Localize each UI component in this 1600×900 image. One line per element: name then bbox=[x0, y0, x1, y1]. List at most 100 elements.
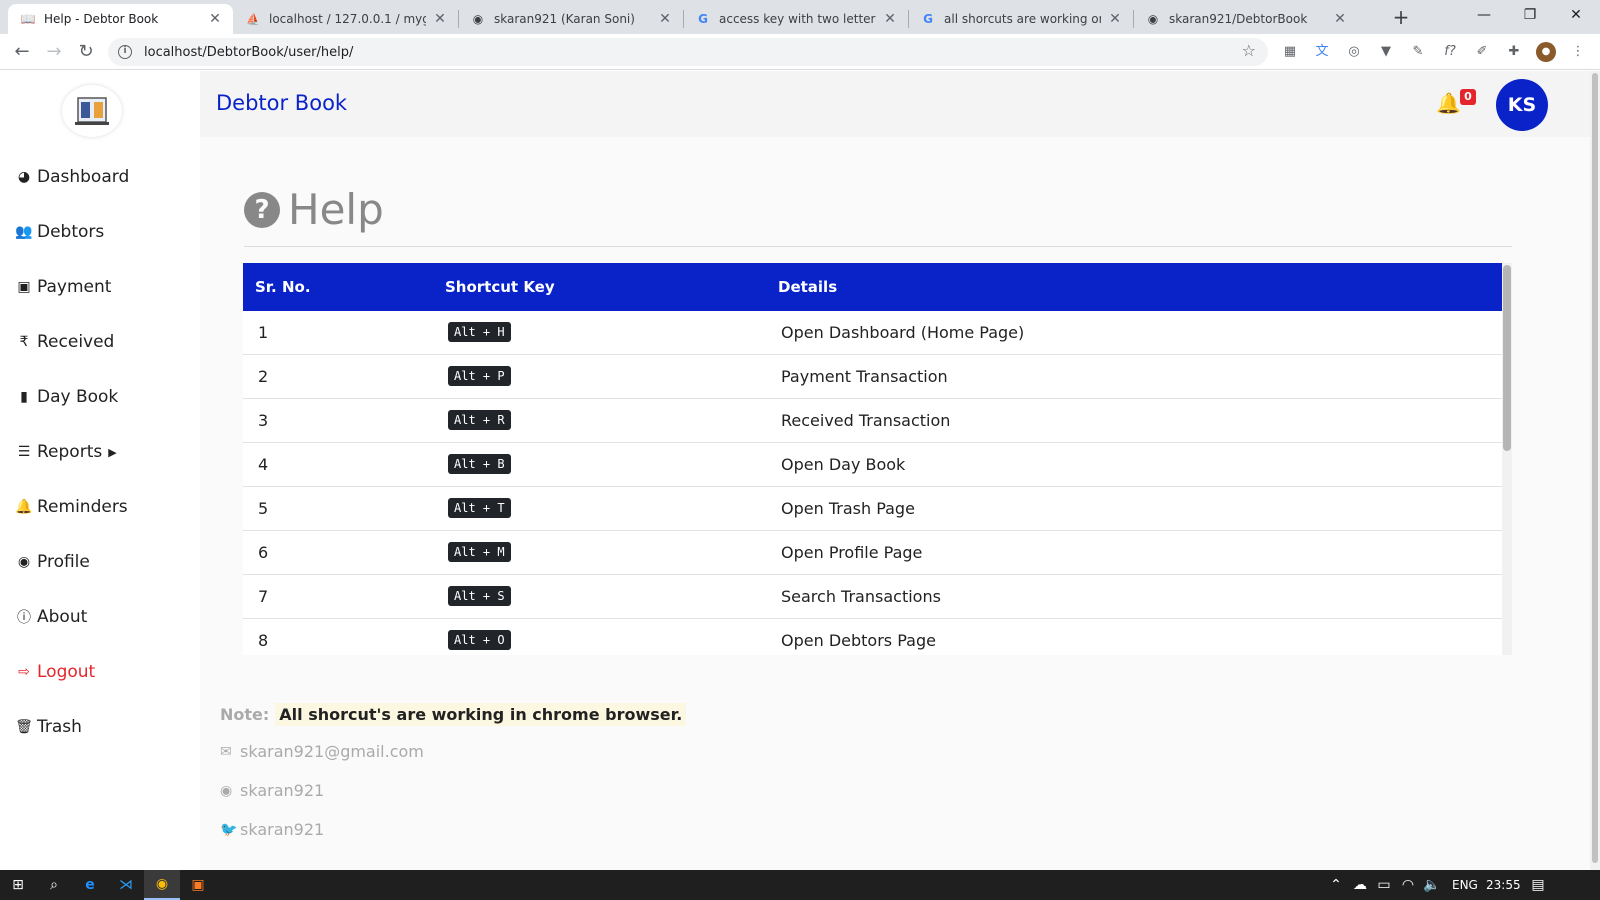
sidebar-item-logout[interactable]: ⇨ Logout bbox=[15, 660, 95, 684]
url-text: localhost/DebtorBook/user/help/ bbox=[144, 44, 354, 60]
address-bar[interactable]: i localhost/DebtorBook/user/help/ ☆ bbox=[108, 38, 1268, 66]
sidebar-item-reports[interactable]: ☰ Reports ▶ bbox=[15, 440, 117, 464]
table-row: 5 Alt + T Open Trash Page bbox=[243, 487, 1502, 531]
tab-phpmyadmin[interactable]: ⛵ localhost / 127.0.0.1 / mygift / t ✕ bbox=[233, 4, 458, 34]
volume-icon[interactable]: 🔈 bbox=[1414, 870, 1450, 900]
table-scrollbar-thumb[interactable] bbox=[1503, 265, 1511, 451]
contact-twitter[interactable]: 🐦 skaran921 bbox=[220, 820, 324, 839]
profile-avatar-icon[interactable]: ● bbox=[1536, 42, 1556, 62]
table-row: 7 Alt + S Search Transactions bbox=[243, 575, 1502, 619]
shortcut-key-badge: Alt + R bbox=[448, 410, 511, 430]
book-logo-icon bbox=[75, 97, 109, 125]
shortcut-key-badge: Alt + T bbox=[448, 498, 511, 518]
tab-google-search-2[interactable]: G all shorcuts are working on chr ✕ bbox=[908, 4, 1133, 34]
sidebar-item-dashboard[interactable]: ◕ Dashboard bbox=[15, 165, 129, 189]
translate-icon[interactable]: 文 bbox=[1312, 42, 1332, 62]
extension-grid-icon[interactable]: ▦ bbox=[1280, 42, 1300, 62]
restore-button[interactable]: ❐ bbox=[1508, 0, 1552, 30]
github-favicon-icon: ◉ bbox=[472, 12, 484, 26]
table-scrollbar[interactable] bbox=[1502, 263, 1512, 655]
sidebar-item-debtors[interactable]: 👥 Debtors bbox=[15, 220, 104, 244]
forward-button[interactable]: → bbox=[42, 40, 66, 64]
tab-help-debtor-book[interactable]: 📖 Help - Debtor Book ✕ bbox=[8, 4, 233, 34]
page-title: ? Help bbox=[244, 185, 384, 234]
minimize-button[interactable]: — bbox=[1462, 0, 1506, 30]
book-favicon-icon: 📖 bbox=[20, 12, 36, 26]
info-icon: ⓘ bbox=[17, 610, 31, 626]
table-row: 2 Alt + P Payment Transaction bbox=[243, 355, 1502, 399]
contact-email[interactable]: ✉ skaran921@gmail.com bbox=[220, 742, 424, 761]
reload-button[interactable]: ↻ bbox=[74, 40, 98, 64]
bookmark-star-icon[interactable]: ☆ bbox=[1242, 41, 1256, 60]
close-tab-icon[interactable]: ✕ bbox=[882, 11, 898, 27]
sidebar-item-day-book[interactable]: ▮ Day Book bbox=[15, 385, 118, 409]
menu-dots-icon[interactable]: ⋮ bbox=[1568, 42, 1588, 62]
rupee-icon: ₹ bbox=[19, 334, 29, 350]
tab-github-profile[interactable]: ◉ skaran921 (Karan Soni) ✕ bbox=[458, 4, 683, 34]
table-header: Sr. No. Shortcut Key Details bbox=[243, 263, 1502, 311]
edge-browser-icon[interactable]: e bbox=[72, 870, 108, 900]
close-tab-icon[interactable]: ✕ bbox=[1107, 11, 1123, 27]
windows-start-icon[interactable]: ⊞ bbox=[0, 870, 36, 900]
close-tab-icon[interactable]: ✕ bbox=[432, 11, 448, 27]
user-circle-icon: ◉ bbox=[17, 554, 31, 570]
contact-github[interactable]: ◉ skaran921 bbox=[220, 781, 324, 800]
extension-pen-icon[interactable]: ✎ bbox=[1408, 42, 1428, 62]
divider bbox=[244, 246, 1512, 247]
clock[interactable]: 23:55 bbox=[1486, 878, 1521, 892]
site-info-icon[interactable]: i bbox=[118, 45, 132, 59]
new-tab-button[interactable]: + bbox=[1389, 6, 1413, 30]
close-tab-icon[interactable]: ✕ bbox=[207, 11, 223, 27]
extensions-puzzle-icon[interactable]: ✚ bbox=[1504, 42, 1524, 62]
chrome-icon[interactable]: ◉ bbox=[144, 870, 180, 900]
close-tab-icon[interactable]: ✕ bbox=[657, 11, 673, 27]
column-header-shortcut-key: Shortcut Key bbox=[445, 278, 555, 296]
table-row: 4 Alt + B Open Day Book bbox=[243, 443, 1502, 487]
sidebar-item-reminders[interactable]: 🔔 Reminders bbox=[15, 495, 127, 519]
shortcut-key-badge: Alt + M bbox=[448, 542, 511, 562]
tab-github-repo[interactable]: ◉ skaran921/DebtorBook ✕ bbox=[1133, 4, 1358, 34]
xampp-icon[interactable]: ▣ bbox=[180, 870, 216, 900]
extension-circle-icon[interactable]: ◎ bbox=[1344, 42, 1364, 62]
notifications-icon[interactable]: ▤ bbox=[1520, 870, 1556, 900]
notification-badge: 0 bbox=[1460, 89, 1476, 105]
extension-edit-icon[interactable]: ✐ bbox=[1472, 42, 1492, 62]
language-indicator[interactable]: ENG bbox=[1452, 878, 1478, 892]
google-favicon-icon: G bbox=[923, 12, 933, 26]
bell-icon: 🔔 bbox=[15, 499, 33, 515]
sidebar-item-received[interactable]: ₹ Received bbox=[15, 330, 115, 354]
shortcut-key-badge: Alt + P bbox=[448, 366, 511, 386]
table-row: 6 Alt + M Open Profile Page bbox=[243, 531, 1502, 575]
main-content: ? Help Sr. No. Shortcut Key Details 1 Al… bbox=[200, 137, 1590, 870]
sidebar: ◕ Dashboard 👥 Debtors ▣ Payment ₹ Receiv… bbox=[0, 71, 200, 870]
vue-devtools-icon[interactable]: ▼ bbox=[1376, 42, 1396, 62]
back-button[interactable]: ← bbox=[10, 40, 34, 64]
page-scrollbar-thumb[interactable] bbox=[1592, 73, 1598, 863]
web-page: ◕ Dashboard 👥 Debtors ▣ Payment ₹ Receiv… bbox=[0, 71, 1590, 870]
notification-bell-icon[interactable]: 🔔 bbox=[1436, 91, 1461, 115]
page-scrollbar[interactable] bbox=[1590, 71, 1600, 870]
close-tab-icon[interactable]: ✕ bbox=[1332, 11, 1348, 27]
shortcut-key-badge: Alt + H bbox=[448, 322, 511, 342]
question-circle-icon: ? bbox=[244, 191, 280, 228]
sidebar-item-about[interactable]: ⓘ About bbox=[15, 605, 87, 629]
sidebar-item-trash[interactable]: 🗑 Trash bbox=[15, 715, 82, 739]
windows-taskbar: ⊞ ⌕ e ⋊ ◉ ▣ ⌃ ☁ ▭ ◠ 🔈 ENG 23:55 ▤ bbox=[0, 870, 1600, 900]
shortcuts-table: Sr. No. Shortcut Key Details 1 Alt + H O… bbox=[243, 263, 1512, 655]
app-logo[interactable] bbox=[62, 85, 122, 137]
vscode-icon[interactable]: ⋊ bbox=[108, 870, 144, 900]
sidebar-item-payment[interactable]: ▣ Payment bbox=[15, 275, 111, 299]
brand-title[interactable]: Debtor Book bbox=[216, 91, 347, 115]
user-avatar[interactable]: KS bbox=[1496, 79, 1548, 131]
tab-google-search-1[interactable]: G access key with two letter in ht ✕ bbox=[683, 4, 908, 34]
note: Note: All shorcut's are working in chrom… bbox=[220, 703, 687, 726]
sidebar-item-profile[interactable]: ◉ Profile bbox=[15, 550, 90, 574]
list-icon: ☰ bbox=[17, 444, 31, 460]
formula-icon[interactable]: f? bbox=[1440, 42, 1460, 62]
search-icon[interactable]: ⌕ bbox=[36, 870, 72, 900]
browser-tab-bar: 📖 Help - Debtor Book ✕ ⛵ localhost / 127… bbox=[0, 0, 1600, 34]
twitter-icon: 🐦 bbox=[220, 821, 238, 838]
shortcut-key-badge: Alt + S bbox=[448, 586, 511, 606]
note-text: All shorcut's are working in chrome brow… bbox=[275, 703, 687, 726]
close-window-button[interactable]: ✕ bbox=[1554, 0, 1598, 30]
